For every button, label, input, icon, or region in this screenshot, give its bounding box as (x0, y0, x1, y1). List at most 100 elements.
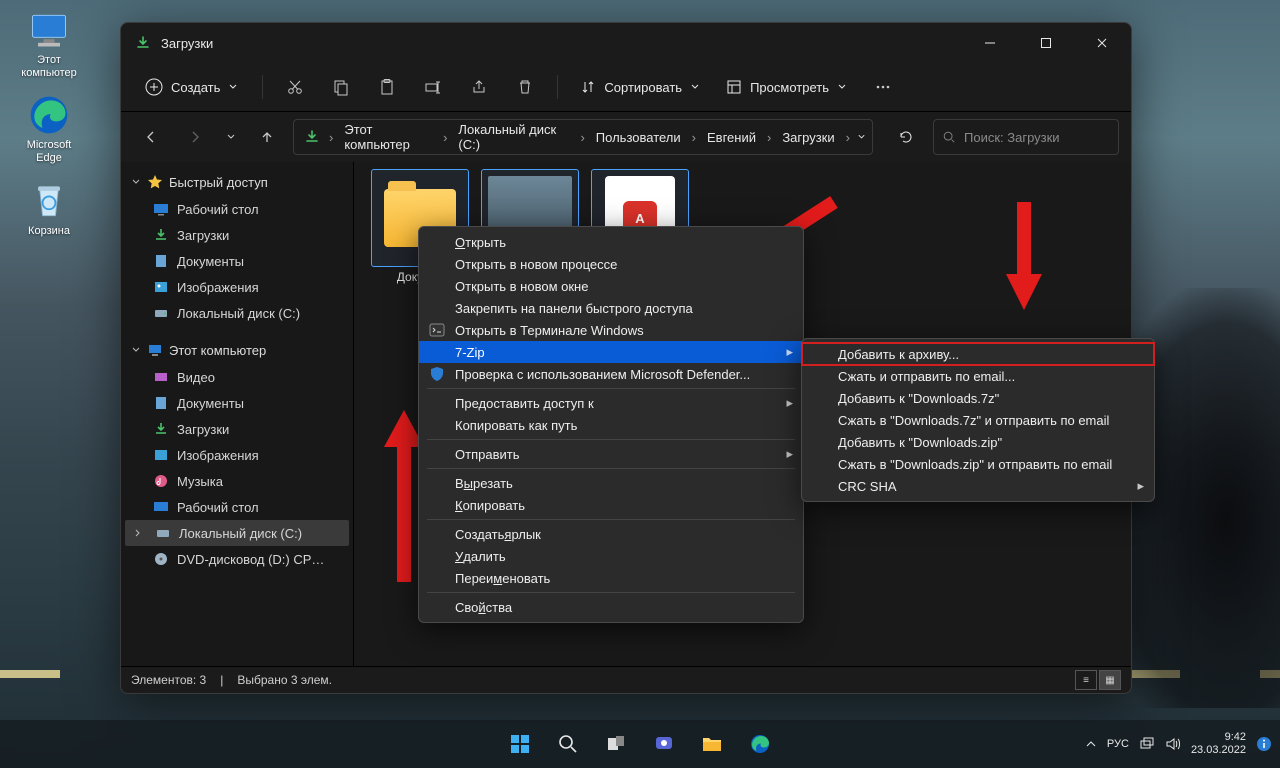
paste-button[interactable] (367, 69, 407, 105)
menu-item-copy[interactable]: Копировать (419, 494, 803, 516)
sidebar-item-desktop[interactable]: Рабочий стол (125, 196, 349, 222)
sidebar-group-quick[interactable]: Быстрый доступ (125, 168, 349, 196)
start-button[interactable] (500, 724, 540, 764)
menu-item-send-to[interactable]: Отправить▸ (419, 443, 803, 465)
network-icon (1139, 736, 1155, 752)
breadcrumb-segment[interactable]: Евгений (701, 120, 762, 154)
menu-item-terminal[interactable]: Открыть в Терминале Windows (419, 319, 803, 341)
menu-item-delete[interactable]: Удалить (419, 545, 803, 567)
desktop-icon (153, 499, 169, 515)
sidebar-item-disk-c[interactable]: Локальный диск (C:) (125, 520, 349, 546)
downloads-icon (135, 35, 151, 51)
view-grid-button[interactable]: ▦ (1099, 670, 1121, 690)
rename-button[interactable] (413, 69, 453, 105)
new-button[interactable]: Создать (133, 70, 250, 104)
breadcrumb-segment[interactable]: Пользователи (590, 120, 687, 154)
sidebar-item-disk-c[interactable]: Локальный диск (C:) (125, 300, 349, 326)
back-button[interactable] (133, 120, 169, 154)
sidebar-item-music[interactable]: Музыка (125, 468, 349, 494)
tray-chevron[interactable] (1085, 738, 1097, 750)
sidebar-group-pc[interactable]: Этот компьютер (125, 336, 349, 364)
up-button[interactable] (249, 120, 285, 154)
desktop-icon-edge[interactable]: MicrosoftEdge (8, 89, 90, 168)
view-list-button[interactable]: ≡ (1075, 670, 1097, 690)
sidebar-item-desktop[interactable]: Рабочий стол (125, 494, 349, 520)
sidebar-item-pictures[interactable]: Изображения (125, 274, 349, 300)
menu-item-pin-quick[interactable]: Закрепить на панели быстрого доступа (419, 297, 803, 319)
menu-item-add-archive[interactable]: Добавить к архиву... (802, 343, 1154, 365)
menu-item-copy-path[interactable]: Копировать как путь (419, 414, 803, 436)
tray-clock[interactable]: 9:42 23.03.2022 (1191, 731, 1246, 756)
menu-item-share-access[interactable]: Предоставить доступ к▸ (419, 392, 803, 414)
sidebar-item-downloads[interactable]: Загрузки (125, 222, 349, 248)
sidebar-item-dvd[interactable]: DVD-дисковод (D:) CPBA_X8 (125, 546, 349, 572)
view-button[interactable]: Просмотреть (716, 70, 857, 104)
search-input[interactable]: Поиск: Загрузки (933, 119, 1119, 155)
chat-icon (653, 733, 675, 755)
info-icon (1256, 736, 1272, 752)
desktop-icon-label: Корзина (28, 225, 70, 238)
sidebar-item-video[interactable]: Видео (125, 364, 349, 390)
sidebar-item-pictures[interactable]: Изображения (125, 442, 349, 468)
desktop-icons: Этоткомпьютер MicrosoftEdge Корзина (8, 4, 90, 241)
menu-item-open[interactable]: Открыть (419, 231, 803, 253)
menu-item-add-zip[interactable]: Добавить к "Downloads.zip" (802, 431, 1154, 453)
menu-item-7zip[interactable]: 7-Zip▸ (419, 341, 803, 363)
menu-item-defender[interactable]: Проверка с использованием Microsoft Defe… (419, 363, 803, 385)
menu-item-open-window[interactable]: Открыть в новом окне (419, 275, 803, 297)
desktop-icon-recycle[interactable]: Корзина (8, 175, 90, 242)
desktop-icon-this-pc[interactable]: Этоткомпьютер (8, 4, 90, 83)
status-count: Элементов: 3 (131, 673, 206, 687)
trash-icon (516, 78, 534, 96)
status-bar: Элементов: 3 | Выбрано 3 элем. ≡ ▦ (121, 666, 1131, 693)
chevron-right-icon: ▸ (786, 395, 793, 411)
menu-item-add-7z[interactable]: Добавить к "Downloads.7z" (802, 387, 1154, 409)
menu-item-properties[interactable]: Свойства (419, 596, 803, 618)
arrow-left-icon (143, 129, 159, 145)
this-pc-icon (147, 342, 163, 358)
recent-button[interactable] (221, 120, 241, 154)
share-button[interactable] (459, 69, 499, 105)
address-bar[interactable]: › Этот компьютер› Локальный диск (C:)› П… (293, 119, 873, 155)
copy-button[interactable] (321, 69, 361, 105)
menu-item-crc-sha[interactable]: CRC SHA▸ (802, 475, 1154, 497)
breadcrumb-segment[interactable]: Загрузки (776, 120, 840, 154)
forward-button[interactable] (177, 120, 213, 154)
context-submenu-7zip: Добавить к архиву... Сжать и отправить п… (801, 338, 1155, 502)
sidebar-item-documents[interactable]: Документы (125, 390, 349, 416)
titlebar[interactable]: Загрузки (121, 23, 1131, 63)
minimize-button[interactable] (967, 27, 1013, 59)
breadcrumb-segment[interactable]: Этот компьютер (338, 120, 438, 154)
sidebar-item-downloads[interactable]: Загрузки (125, 416, 349, 442)
cut-button[interactable] (275, 69, 315, 105)
tray-notifications[interactable] (1256, 736, 1272, 752)
menu-item-open-process[interactable]: Открыть в новом процессе (419, 253, 803, 275)
breadcrumb-segment[interactable]: Локальный диск (C:) (452, 120, 575, 154)
sort-button[interactable]: Сортировать (570, 70, 710, 104)
desktop-icon (153, 201, 169, 217)
close-button[interactable] (1079, 27, 1125, 59)
menu-item-cut[interactable]: Вырезать (419, 472, 803, 494)
chat-button[interactable] (644, 724, 684, 764)
toolbar: Создать Сортировать Просмотреть (121, 63, 1131, 112)
maximize-button[interactable] (1023, 27, 1069, 59)
menu-item-shortcut[interactable]: Создать ярлык (419, 523, 803, 545)
more-button[interactable] (863, 69, 903, 105)
chevron-down-icon (857, 132, 866, 142)
delete-button[interactable] (505, 69, 545, 105)
menu-item-compress-7z-email[interactable]: Сжать в "Downloads.7z" и отправить по em… (802, 409, 1154, 431)
menu-item-rename[interactable]: Переименовать (419, 567, 803, 589)
explorer-button[interactable] (692, 724, 732, 764)
sidebar-item-documents[interactable]: Документы (125, 248, 349, 274)
disk-icon (155, 525, 171, 541)
chevron-right-icon: ▸ (786, 446, 793, 462)
refresh-button[interactable] (887, 119, 925, 155)
tray-network[interactable] (1139, 736, 1155, 752)
tray-language[interactable]: РУС (1107, 738, 1129, 750)
edge-button[interactable] (740, 724, 780, 764)
search-button[interactable] (548, 724, 588, 764)
menu-item-compress-zip-email[interactable]: Сжать в "Downloads.zip" и отправить по e… (802, 453, 1154, 475)
tray-volume[interactable] (1165, 736, 1181, 752)
menu-item-compress-email[interactable]: Сжать и отправить по email... (802, 365, 1154, 387)
task-view-button[interactable] (596, 724, 636, 764)
